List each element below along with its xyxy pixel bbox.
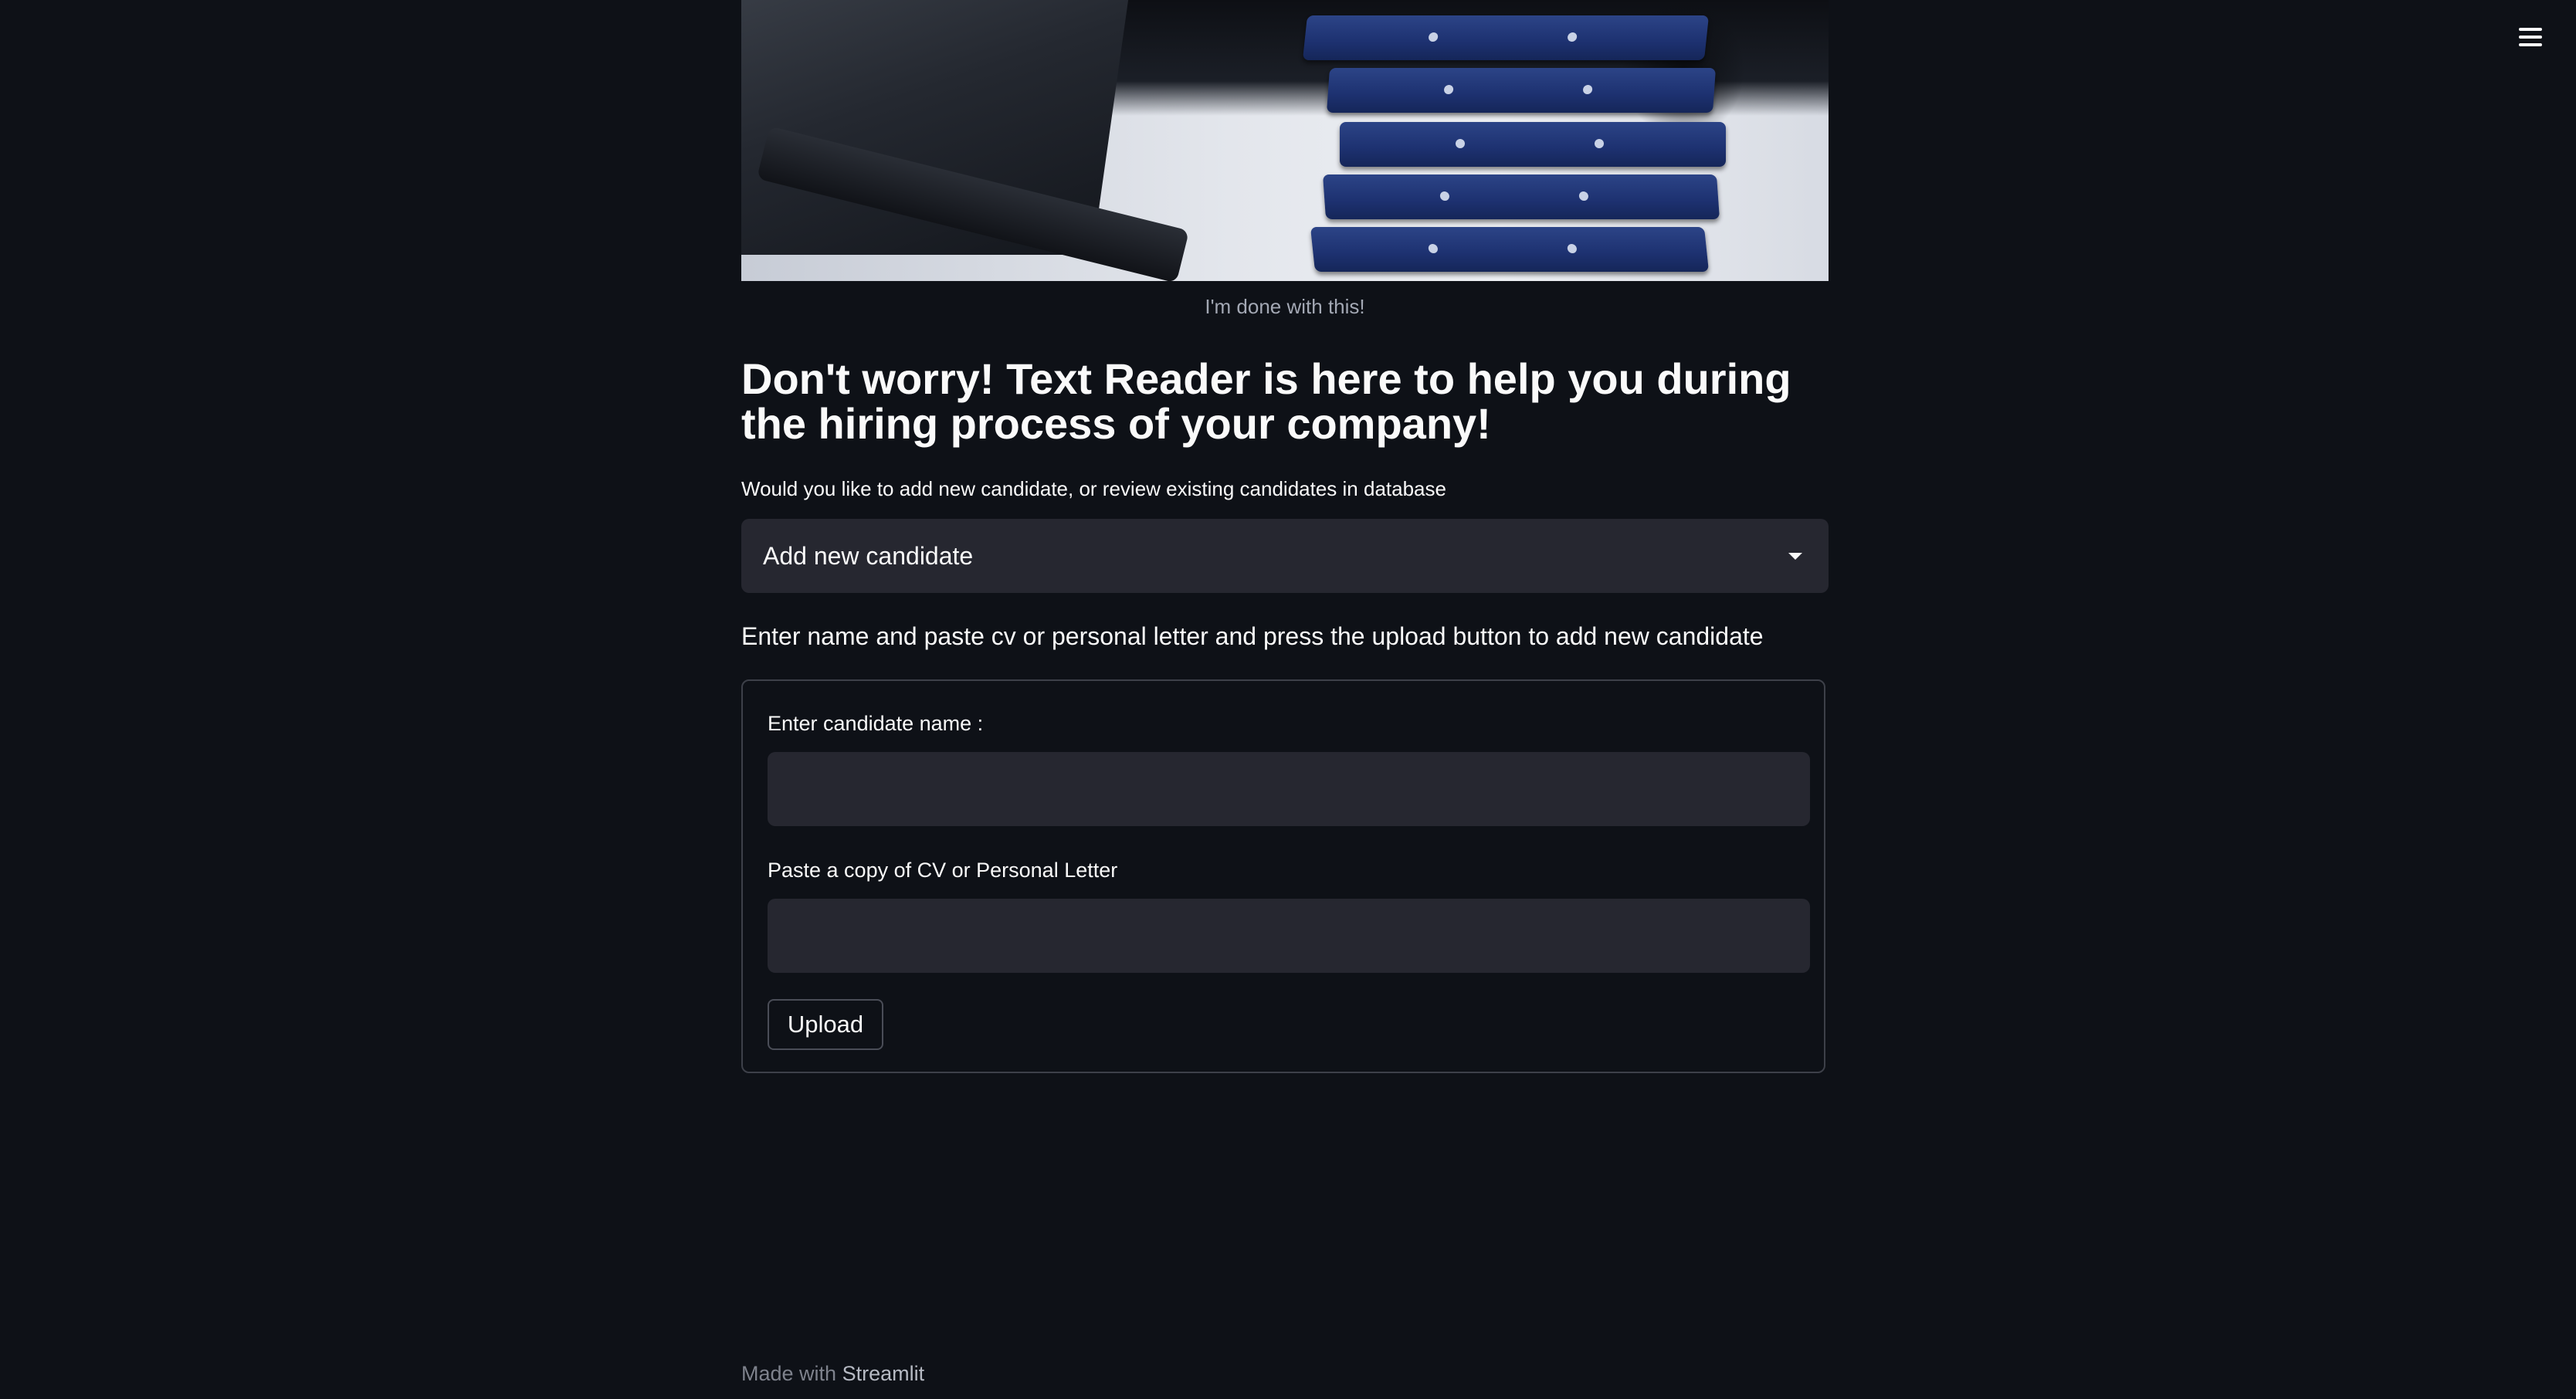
image-caption: I'm done with this!: [1205, 295, 1365, 318]
cv-label: Paste a copy of CV or Personal Letter: [768, 859, 1118, 882]
hero-image: [741, 0, 1829, 281]
mode-select-label: Would you like to add new candidate, or …: [741, 477, 1446, 500]
candidate-name-input[interactable]: [768, 752, 1810, 826]
streamlit-link[interactable]: Streamlit: [842, 1362, 925, 1385]
hamburger-menu-icon[interactable]: [2513, 22, 2550, 53]
footer-prefix: Made with: [741, 1362, 837, 1385]
footer: Made with Streamlit: [741, 1362, 924, 1386]
candidate-name-label: Enter candidate name :: [768, 712, 984, 735]
page-title: Don't worry! Text Reader is here to help…: [741, 354, 1791, 448]
mode-select-value: Add new candidate: [763, 542, 974, 570]
instructions-text: Enter name and paste cv or personal lett…: [741, 622, 1764, 650]
app-page: I'm done with this! Don't worry! Text Re…: [0, 0, 2576, 1399]
cv-text-input[interactable]: [768, 899, 1810, 973]
main-content: I'm done with this! Don't worry! Text Re…: [741, 0, 1829, 1385]
upload-button[interactable]: Upload: [768, 999, 883, 1050]
mode-select[interactable]: Add new candidate: [741, 519, 1829, 593]
chevron-down-icon: [1788, 553, 1802, 560]
add-candidate-form: Enter candidate name : Paste a copy of C…: [741, 679, 1825, 1073]
